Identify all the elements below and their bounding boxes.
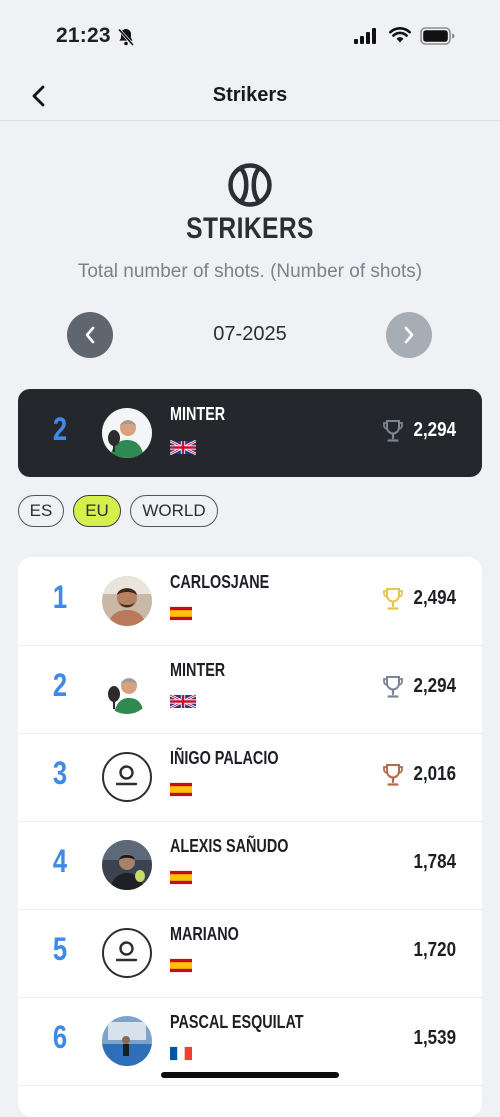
- next-period-button[interactable]: [386, 312, 432, 358]
- player-avatar: [102, 1016, 152, 1066]
- region-tab-eu[interactable]: EU: [73, 495, 121, 527]
- uk-flag-icon: [170, 694, 196, 709]
- chevron-left-icon: [85, 326, 95, 344]
- rank-position: 4: [52, 843, 68, 879]
- player-avatar: [102, 408, 152, 458]
- region-tab-world[interactable]: WORLD: [130, 495, 218, 527]
- gold-trophy-icon: [383, 588, 403, 610]
- player-name: CARLOSJANE: [170, 572, 270, 592]
- player-name: MINTER: [170, 660, 226, 680]
- nav-title: Strikers: [212, 84, 288, 106]
- player-name: MARIANO: [170, 924, 239, 944]
- player-score: 2,016: [413, 763, 456, 785]
- my-rank-card[interactable]: 2 MINTER 2,294: [18, 389, 482, 477]
- rank-position: 2: [52, 667, 68, 703]
- player-avatar: [102, 576, 152, 626]
- player-name: PASCAL ESQUILAT: [170, 1012, 304, 1032]
- silver-trophy-icon: [383, 420, 403, 442]
- ranking-list: 1 CARLOSJANE 2,494 2 MINTER 2,294 3 IÑIG…: [18, 557, 482, 1117]
- player-score: 2,294: [413, 675, 456, 697]
- status-bar: 21:23: [0, 0, 500, 72]
- rank-position: 3: [52, 755, 68, 791]
- ranking-row[interactable]: 4 ALEXIS SAÑUDO 1,784: [18, 821, 482, 910]
- spain-flag-icon: [170, 958, 192, 973]
- player-name: ALEXIS SAÑUDO: [170, 836, 289, 856]
- france-flag-icon: [170, 1046, 192, 1061]
- navigation-bar: Strikers: [0, 72, 500, 121]
- spain-flag-icon: [170, 870, 192, 885]
- ranking-row[interactable]: 1 CARLOSJANE 2,494: [18, 557, 482, 646]
- rank-position: 5: [52, 931, 68, 967]
- wifi-icon: [389, 27, 411, 43]
- player-score: 1,784: [413, 851, 456, 873]
- status-time: 21:23: [56, 24, 111, 47]
- period-label: 07-2025: [213, 323, 287, 345]
- cellular-signal-icon: [354, 28, 376, 44]
- region-tab-es[interactable]: ES: [18, 495, 64, 527]
- player-avatar: [102, 840, 152, 890]
- page-title: STRIKERS: [186, 212, 314, 245]
- default-avatar-icon: [102, 928, 152, 978]
- spain-flag-icon: [170, 782, 192, 797]
- my-score: 2,294: [413, 419, 456, 441]
- player-name: IÑIGO PALACIO: [170, 748, 279, 768]
- silver-trophy-icon: [383, 676, 403, 698]
- my-rank-position: 2: [52, 411, 68, 447]
- ranking-row[interactable]: 5 MARIANO 1,720: [18, 909, 482, 998]
- default-avatar-icon: [102, 752, 152, 802]
- my-player-name: MINTER: [170, 404, 226, 424]
- rank-position: 6: [52, 1019, 68, 1055]
- page-subtitle: Total number of shots. (Number of shots): [77, 261, 423, 282]
- uk-flag-icon: [170, 440, 196, 455]
- battery-icon: [420, 27, 455, 45]
- bell-muted-icon: [117, 28, 135, 47]
- ranking-row[interactable]: 3 IÑIGO PALACIO 2,016: [18, 733, 482, 822]
- spain-flag-icon: [170, 606, 192, 621]
- ranking-row[interactable]: 2 MINTER 2,294: [18, 645, 482, 734]
- player-score: 1,720: [413, 939, 456, 961]
- player-avatar: [102, 664, 152, 714]
- rank-position: 1: [52, 579, 68, 615]
- player-score: 2,494: [413, 587, 456, 609]
- tennis-ball-icon: [228, 163, 272, 207]
- player-score: 1,539: [413, 1027, 456, 1049]
- bronze-trophy-icon: [383, 764, 403, 786]
- chevron-right-icon: [404, 326, 414, 344]
- home-indicator: [161, 1072, 339, 1078]
- previous-period-button[interactable]: [67, 312, 113, 358]
